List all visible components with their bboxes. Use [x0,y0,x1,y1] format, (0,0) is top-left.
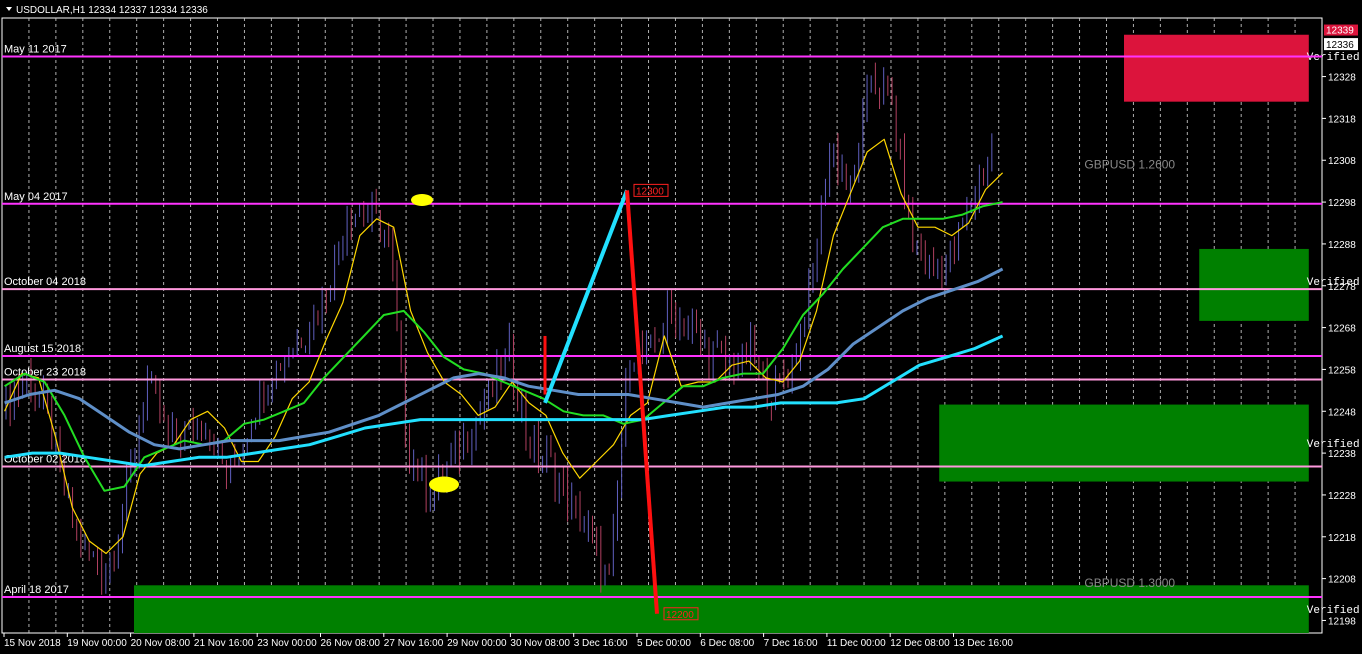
trendline-down [625,190,659,614]
x-tick-label: 15 Nov 2018 [4,638,61,649]
x-tick-label: 13 Dec 16:00 [954,638,1014,649]
top-marker-label: 12339 [1326,26,1354,37]
x-tick-label: 12 Dec 08:00 [890,638,950,649]
annotation-label: GBPUSD 1.2600 [1084,157,1175,171]
x-tick-label: 29 Nov 00:00 [447,638,507,649]
level-label: August 15 2018 [4,343,81,355]
y-tick-label: 12318 [1328,114,1356,125]
ma-line-2 [4,201,1003,492]
x-tick-label: 19 Nov 00:00 [67,638,127,649]
x-tick-label: 11 Dec 00:00 [827,638,886,649]
x-tick-label: 7 Dec 16:00 [764,638,818,649]
y-tick-label: 12198 [1328,616,1356,627]
x-tick-label: 27 Nov 16:00 [384,638,444,649]
price-chart[interactable]: Verified Res, Retests=1 Verified Sup, Ret… [0,0,1362,654]
x-tick-label: 23 Nov 00:00 [257,638,317,649]
trendline-up [543,189,629,404]
plot-frame [1,17,1323,634]
menu-triangle-icon[interactable] [6,7,12,11]
x-tick-label: 26 Nov 08:00 [321,638,381,649]
level-label: October 23 2018 [4,366,86,378]
y-tick-label: 12268 [1328,324,1356,335]
y-tick-label: 12278 [1328,282,1356,293]
zone-label: Verified Res, Retests=1 [1307,52,1362,64]
marker-ellipse [411,193,433,206]
current-price-label: 12336 [1326,40,1354,51]
y-tick-label: 12328 [1328,73,1356,84]
x-tick-label: 6 Dec 08:00 [700,638,754,649]
zone-4 [134,585,1309,633]
y-tick-label: 12288 [1328,240,1356,251]
level-label: October 04 2018 [4,276,86,288]
price-tag-label: 12200 [666,610,694,621]
x-tick-label: 30 Nov 08:00 [510,638,570,649]
y-tick-label: 12258 [1328,365,1356,376]
level-label: April 18 2017 [4,584,69,596]
marker-ellipse [429,476,459,493]
level-label: May 11 2017 [4,43,67,55]
annotation-label: GBPUSD 1.3000 [1084,576,1175,590]
ma-line-3 [4,267,1004,451]
symbol-header: USDOLLAR,H1 12334 12337 12334 12336 [16,5,208,16]
zone-1 [1124,34,1309,102]
y-tick-label: 12228 [1328,491,1356,502]
y-tick-label: 12208 [1328,575,1356,586]
price-tag-label: 12300 [636,186,664,197]
zone-label: Verified Sup, Retests=3 [1307,605,1362,617]
y-tick-label: 12218 [1328,533,1356,544]
x-tick-label: 20 Nov 08:00 [131,638,191,649]
zone-3 [939,404,1309,482]
zone-2 [1199,248,1309,321]
x-tick-label: 5 Dec 00:00 [637,638,691,649]
y-tick-label: 12298 [1328,198,1356,209]
y-tick-label: 12308 [1328,156,1356,167]
x-tick-label: 3 Dec 16:00 [574,638,628,649]
level-label: May 04 2017 [4,191,68,203]
y-tick-label: 12238 [1328,449,1356,460]
y-tick-label: 12248 [1328,407,1356,418]
x-tick-label: 21 Nov 16:00 [194,638,254,649]
